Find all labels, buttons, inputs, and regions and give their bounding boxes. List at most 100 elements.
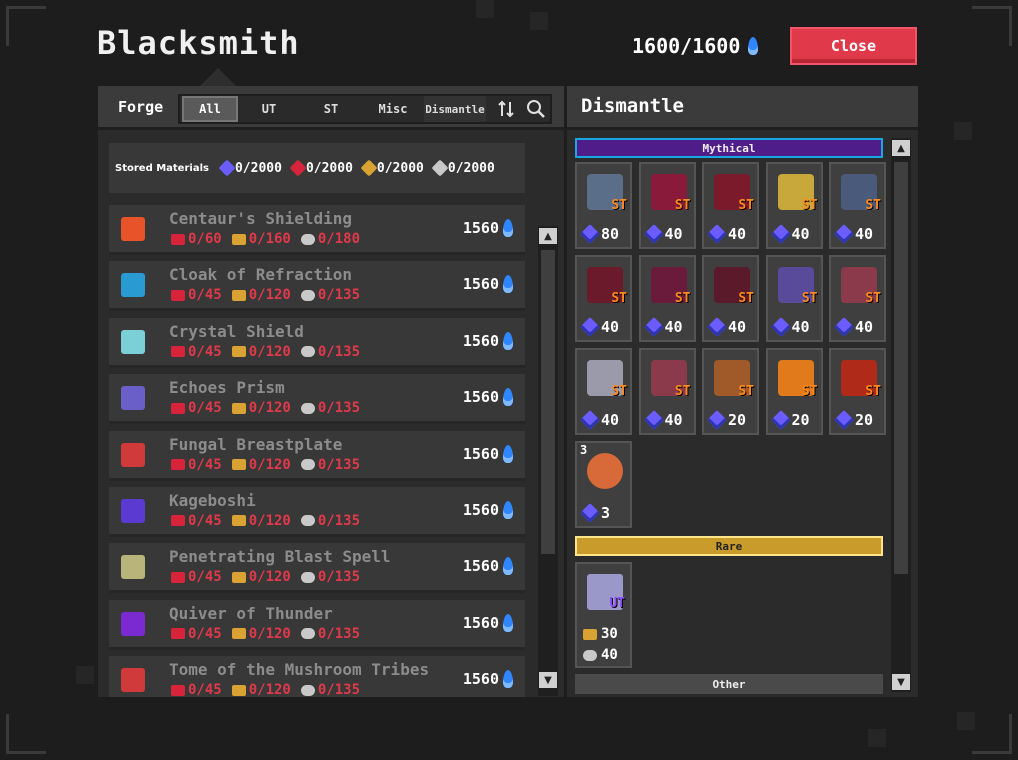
mythical-grid: ST 80 ST 40 ST 40 ST 40 ST 40 ST 40 ST 40 ST 40 ST 40 ST 40…	[575, 162, 886, 528]
gold-ore-icon	[231, 628, 246, 640]
gold-ore-icon	[231, 233, 246, 245]
req-gold: 0/120	[231, 344, 291, 360]
yield-value: 40	[791, 225, 810, 243]
crystal-yield: 40	[707, 317, 746, 337]
silver-ore-icon	[300, 684, 315, 696]
recipe-row[interactable]: Echoes Prism 0/45 0/120 0/135 1560	[109, 374, 525, 425]
req-red: 0/45	[171, 569, 222, 585]
sort-icon[interactable]	[496, 99, 516, 119]
recipe-name: Penetrating Blast Spell	[169, 547, 391, 567]
blue-crystal-icon	[580, 410, 600, 430]
scroll-up-button[interactable]: ▲	[892, 140, 910, 156]
recipe-cost: 1560	[463, 613, 513, 632]
recipe-name: Echoes Prism	[169, 378, 285, 398]
dismantle-slot[interactable]: ST 40	[638, 162, 696, 249]
recipe-row[interactable]: Centaur's Shielding 0/60 0/160 0/180 1560	[109, 205, 525, 255]
recipe-row[interactable]: Cloak of Refraction 0/45 0/120 0/135 1560	[109, 261, 525, 312]
silver-yield: 40	[583, 647, 618, 663]
tab-all[interactable]: All	[182, 96, 238, 122]
silver-ore-icon	[300, 346, 315, 358]
st-tag: ST	[801, 198, 818, 213]
dismantle-slot[interactable]: ST 40	[702, 255, 759, 342]
gold-ore-icon	[583, 628, 597, 640]
page-title: Blacksmith	[97, 24, 300, 62]
req-silver-value: 0/135	[317, 512, 361, 529]
scroll-down-button[interactable]: ▼	[539, 672, 557, 688]
blue-crystal-icon	[580, 317, 600, 337]
scroll-thumb[interactable]	[894, 162, 908, 574]
tab-st[interactable]: ST	[300, 96, 362, 122]
dismantle-slot[interactable]: 33	[575, 441, 632, 528]
dismantle-slot[interactable]: ST 40	[638, 348, 696, 435]
item-icon	[113, 265, 153, 305]
blue-crystal-icon	[643, 317, 664, 337]
req-red: 0/45	[171, 682, 222, 697]
dismantle-slot[interactable]: ST 40	[765, 255, 823, 342]
st-tag: ST	[674, 198, 691, 213]
crystal-yield: 20	[834, 410, 873, 430]
item-icon	[113, 491, 153, 531]
dismantle-slot[interactable]: ST 20	[829, 348, 886, 435]
req-red-value: 0/45	[188, 400, 222, 417]
recipe-scrollbar[interactable]: ▲ ▼	[538, 226, 558, 696]
recipe-row[interactable]: Quiver of Thunder 0/45 0/120 0/135 1560	[109, 599, 525, 650]
recipe-row[interactable]: Penetrating Blast Spell 0/45 0/120 0/135 156…	[109, 543, 525, 594]
yield-value: 40	[664, 411, 683, 429]
dismantle-slot[interactable]: ST 40	[702, 162, 759, 249]
dismantle-slot[interactable]: ST 20	[702, 348, 759, 435]
dismantle-slot[interactable]: ST 40	[575, 255, 632, 342]
dismantle-title: Dismantle	[567, 86, 918, 130]
blue-crystal-icon	[834, 224, 854, 244]
close-button[interactable]: Close	[790, 27, 917, 65]
tab-misc[interactable]: Misc	[362, 96, 424, 122]
dismantle-slot[interactable]: ST 40	[638, 255, 696, 342]
req-gold-value: 0/120	[248, 456, 291, 473]
item-sprite	[121, 498, 145, 523]
tab-dismantle[interactable]: Dismantle	[424, 96, 486, 122]
tab-ut[interactable]: UT	[238, 96, 300, 122]
forge-panel: Forge All UT ST Misc Dismantle Stored Ma…	[98, 86, 564, 697]
scroll-down-button[interactable]: ▼	[892, 674, 910, 690]
req-silver-value: 0/135	[317, 400, 361, 417]
gold-yield: 30	[583, 626, 618, 642]
req-red: 0/45	[171, 513, 222, 529]
material-gold-value: 0/2000	[376, 160, 424, 176]
req-silver-value: 0/135	[317, 682, 361, 697]
req-gold-value: 0/120	[248, 287, 291, 304]
scroll-up-button[interactable]: ▲	[539, 228, 557, 244]
req-silver: 0/180	[300, 231, 360, 247]
dismantle-slot[interactable]: ST 40	[829, 255, 886, 342]
gold-ore-icon	[231, 684, 246, 696]
dismantle-slot[interactable]: ST 80	[575, 162, 632, 249]
silver-ore-icon	[300, 233, 315, 245]
silver-ore-icon	[300, 289, 315, 301]
dismantle-slot[interactable]: ST 40	[829, 162, 886, 249]
bg-tile	[954, 122, 972, 140]
silver-ore-icon	[431, 159, 449, 177]
req-red: 0/45	[171, 457, 222, 473]
dismantle-slot[interactable]: ST 20	[765, 348, 823, 435]
recipe-row[interactable]: Crystal Shield 0/45 0/120 0/135 1560	[109, 317, 525, 368]
recipe-row[interactable]: Kageboshi 0/45 0/120 0/135 1560	[109, 486, 525, 537]
rare-item-slot[interactable]: UT 30 40	[575, 562, 632, 668]
crystal-yield: 40	[834, 317, 873, 337]
req-silver-value: 0/135	[317, 456, 361, 473]
req-red-value: 0/60	[188, 231, 222, 247]
crystal-yield: 40	[770, 317, 810, 337]
dismantle-slot[interactable]: ST 40	[575, 348, 632, 435]
item-icon	[113, 378, 153, 418]
scroll-thumb[interactable]	[541, 250, 555, 554]
dismantle-scrollbar[interactable]: ▲ ▼	[891, 138, 911, 692]
gold-ore-icon	[231, 515, 246, 527]
search-icon[interactable]	[526, 99, 546, 119]
item-sprite	[121, 611, 145, 636]
recipe-row[interactable]: Tome of the Mushroom Tribes 0/45 0/120 0/13…	[109, 656, 525, 697]
blue-crystal-icon	[770, 410, 791, 430]
recipe-row[interactable]: Fungal Breastplate 0/45 0/120 0/135 1560	[109, 430, 525, 481]
dismantle-slot[interactable]: ST 40	[765, 162, 823, 249]
req-silver: 0/135	[300, 456, 361, 473]
crystal-yield: 40	[707, 224, 746, 244]
bg-tile	[530, 12, 548, 30]
blue-crystal-icon	[834, 317, 854, 337]
recipe-name: Kageboshi	[169, 490, 256, 510]
